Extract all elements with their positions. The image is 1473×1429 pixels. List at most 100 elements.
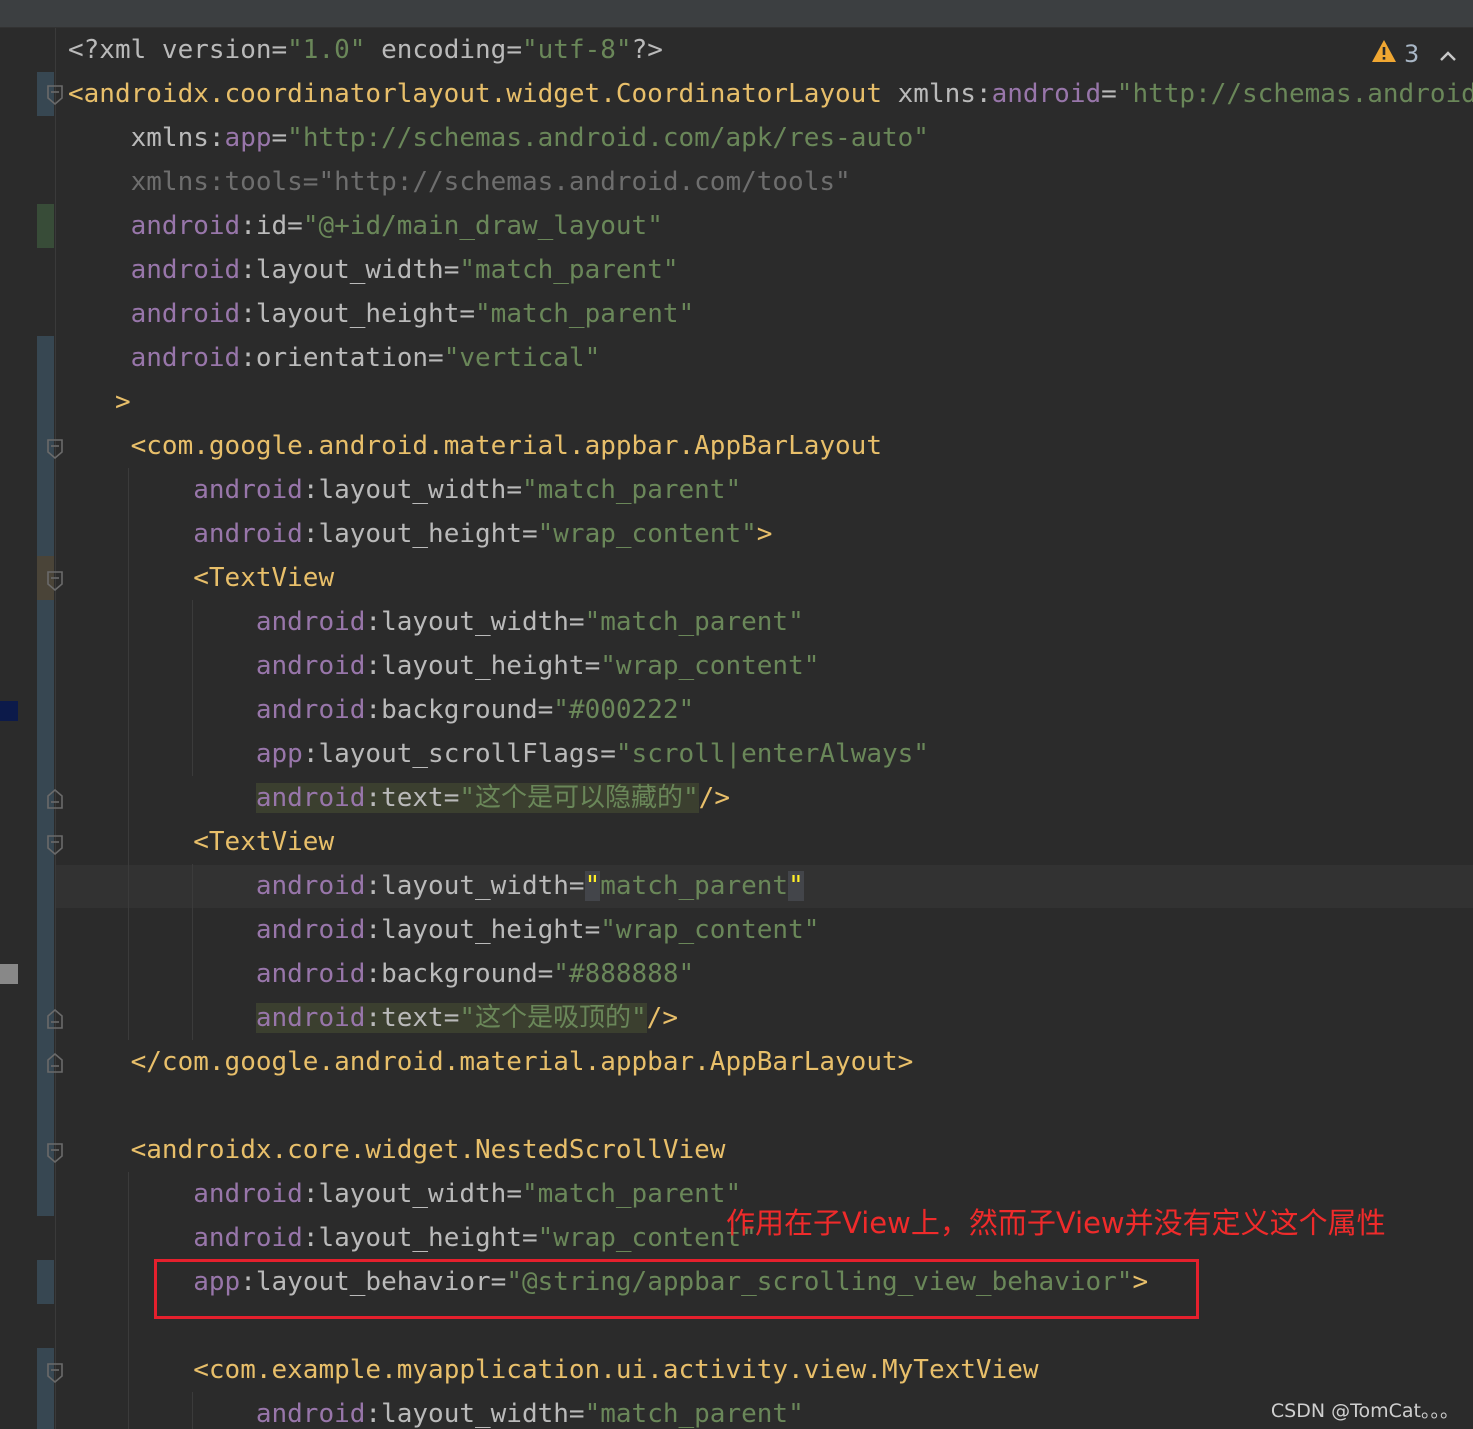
vcs-modified-marker[interactable] <box>37 1348 54 1429</box>
fold-icon[interactable] <box>47 571 63 591</box>
code-token: = <box>600 739 616 769</box>
code-token: "#000222" <box>553 695 695 725</box>
code-line[interactable]: android:layout_width="match_parent" <box>68 600 804 644</box>
code-token: android <box>255 651 366 681</box>
code-token: = <box>428 343 444 373</box>
code-line[interactable]: android:layout_width="match_parent" <box>68 864 804 908</box>
code-token: version <box>161 35 272 65</box>
code-line[interactable]: <androidx.coordinatorlayout.widget.Coord… <box>68 72 1473 116</box>
code-line[interactable]: app:layout_scrollFlags="scroll|enterAlwa… <box>68 732 929 776</box>
code-token: xmlns: <box>68 123 225 153</box>
code-line[interactable]: android:layout_height="match_parent" <box>68 292 695 336</box>
code-line[interactable]: android:layout_width="match_parent" <box>68 248 679 292</box>
code-token: :layout_height <box>302 1223 522 1253</box>
gutter-divider <box>55 28 56 1429</box>
code-token: "wrap_content" <box>537 1223 757 1253</box>
fold-icon[interactable] <box>47 835 63 855</box>
fold-end-icon[interactable] <box>47 789 63 809</box>
code-token: </com.google.android.material.appbar.App… <box>130 1047 914 1077</box>
vcs-added-marker[interactable] <box>37 204 54 248</box>
code-token: = <box>568 1399 585 1429</box>
color-swatch-marker[interactable] <box>0 701 18 721</box>
fold-icon[interactable] <box>47 1363 63 1383</box>
code-line[interactable]: android:text="这个是可以隐藏的"/> <box>68 776 730 820</box>
code-token: "这个是吸顶的" <box>459 1003 647 1033</box>
code-line[interactable]: android:layout_width="match_parent" <box>68 468 741 512</box>
fold-icon[interactable] <box>47 1143 63 1163</box>
code-token: android <box>130 343 241 373</box>
code-line[interactable]: android:id="@+id/main_draw_layout" <box>68 204 663 248</box>
code-line[interactable]: <?xml version="1.0" encoding="utf-8"?> <box>68 28 663 72</box>
code-token: = <box>584 651 601 681</box>
fold-end-icon[interactable] <box>47 1009 63 1029</box>
fold-icon[interactable] <box>47 439 63 459</box>
color-swatch-marker[interactable] <box>0 964 18 984</box>
code-token: = <box>584 915 601 945</box>
code-token: :layout_width <box>365 1399 569 1429</box>
fold-icon[interactable] <box>47 85 63 105</box>
code-line[interactable]: android:layout_height="wrap_content" <box>68 644 820 688</box>
code-line[interactable]: <com.example.myapplication.ui.activity.v… <box>68 1348 1038 1392</box>
code-token: "match_parent" <box>584 1399 804 1429</box>
code-token: :layout_width <box>365 871 569 901</box>
code-line[interactable]: android:layout_width="match_parent" <box>68 1172 741 1216</box>
code-line[interactable]: </com.google.android.material.appbar.App… <box>68 1040 914 1084</box>
inspection-widget[interactable]: 3 <box>1370 36 1457 72</box>
code-token: "match_parent" <box>475 299 695 329</box>
code-line[interactable]: android:background="#888888" <box>68 952 694 996</box>
code-token: :background <box>365 695 538 725</box>
code-line[interactable]: xmlns:app="http://schemas.android.com/ap… <box>68 116 929 160</box>
fold-end-icon[interactable] <box>47 1053 63 1073</box>
code-token: match_parent <box>600 871 789 901</box>
code-token: = <box>271 35 288 65</box>
code-token: "1.0" <box>287 35 366 65</box>
code-line[interactable]: android:orientation="vertical" <box>68 336 601 380</box>
code-line[interactable]: android:text="这个是吸顶的"/> <box>68 996 678 1040</box>
code-line[interactable]: <TextView <box>68 556 334 600</box>
code-token: android <box>255 783 366 813</box>
code-token: :text <box>365 783 444 813</box>
code-token: android <box>991 79 1102 109</box>
code-token: "@+id/main_draw_layout" <box>302 211 663 241</box>
code-token: :background <box>365 959 538 989</box>
code-line[interactable]: android:layout_height="wrap_content" <box>68 1216 757 1260</box>
vcs-modified-marker[interactable] <box>37 600 54 1216</box>
code-token: > <box>68 387 131 417</box>
code-token: /> <box>646 1003 678 1033</box>
code-line[interactable]: <com.google.android.material.appbar.AppB… <box>68 424 882 468</box>
warning-icon[interactable] <box>1370 38 1398 70</box>
code-token: "scroll|enterAlways" <box>615 739 929 769</box>
code-token: "match_parent" <box>521 1179 742 1209</box>
code-line[interactable]: android:layout_height="wrap_content"> <box>68 512 772 556</box>
code-line[interactable]: android:layout_height="wrap_content" <box>68 908 820 952</box>
code-token: = <box>506 35 522 65</box>
chevron-up-icon[interactable] <box>1439 40 1457 68</box>
annotation-text: 作用在子View上，然而子View并没有定义这个属性 <box>726 1206 1386 1240</box>
code-line[interactable]: <androidx.core.widget.NestedScrollView <box>68 1128 726 1172</box>
code-line[interactable]: <TextView <box>68 820 334 864</box>
code-token: = <box>443 1003 460 1033</box>
code-token: encoding <box>365 35 507 65</box>
code-line[interactable]: android:layout_width="match_parent" <box>68 1392 804 1429</box>
vcs-modified-marker[interactable] <box>37 1260 54 1304</box>
code-line[interactable]: > <box>68 380 131 424</box>
code-token: "wrap_content" <box>600 651 820 681</box>
code-token: "vertical" <box>443 343 601 373</box>
code-line[interactable]: android:background="#000222" <box>68 688 694 732</box>
code-token: :layout_height <box>240 299 460 329</box>
code-token: android <box>255 695 366 725</box>
code-editor[interactable]: <?xml version="1.0" encoding="utf-8"?> <a… <box>0 0 1473 1429</box>
code-line[interactable]: xmlns:tools="http://schemas.android.com/… <box>68 160 851 204</box>
